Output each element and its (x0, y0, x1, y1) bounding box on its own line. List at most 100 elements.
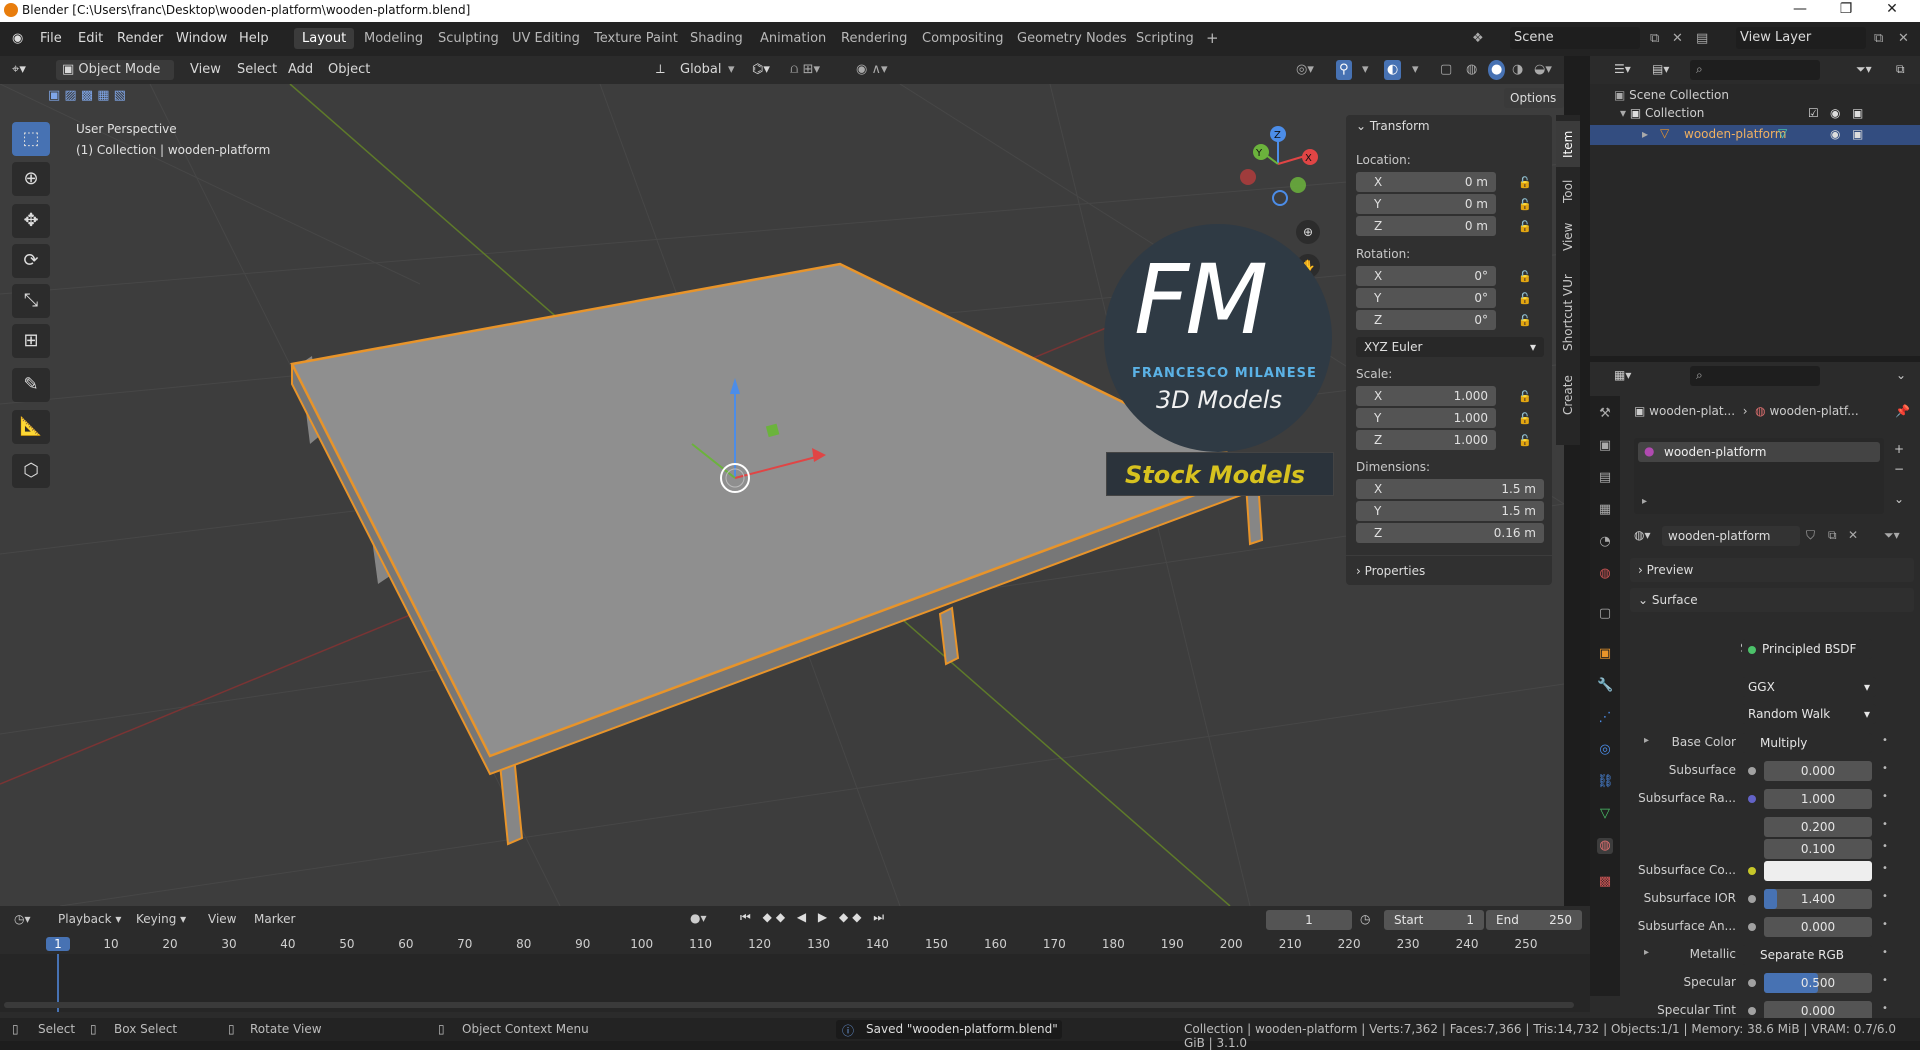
view-layer-selector[interactable]: View Layer (1736, 27, 1866, 49)
move-tool-icon[interactable]: ✥ (12, 204, 50, 238)
transform-header[interactable]: ⌄ Transform (1356, 119, 1430, 133)
select-box-tool-icon[interactable]: ⬚ (12, 122, 50, 156)
lock-icon[interactable]: 🔓 (1518, 412, 1532, 425)
minimize-icon[interactable]: — (1780, 1, 1820, 17)
object-tab-icon[interactable]: ▣ (1597, 646, 1613, 662)
shader-input-field[interactable]: Separate RGB (1742, 945, 1872, 965)
keyframe-dot-icon[interactable]: • (1882, 763, 1888, 774)
shader-input-field[interactable] (1764, 861, 1872, 881)
material-datablock[interactable]: ◍▾ wooden-platform ⛉ ⧉ ✕ ⏷▾ (1634, 526, 1914, 548)
tab-compositing[interactable]: Compositing (922, 31, 1004, 46)
editor-type-icon[interactable]: ⌖▾ (12, 60, 26, 80)
menu-view[interactable]: View (190, 60, 221, 80)
scale-z-field[interactable]: Z 1.000 (1356, 430, 1496, 450)
socket-icon[interactable] (1748, 1007, 1756, 1015)
tab-item[interactable]: Item (1556, 121, 1580, 167)
properties-editor-icon[interactable]: ▦▾ (1614, 368, 1631, 382)
duplicate-icon[interactable]: ⧉ (1828, 528, 1837, 543)
keyframe-dot-icon[interactable]: • (1882, 735, 1888, 746)
outliner-search-input[interactable]: ⌕ (1690, 60, 1820, 80)
preview-section[interactable]: › Preview (1630, 558, 1914, 582)
subsurface-method-dropdown[interactable]: Random Walk ▾ (1742, 704, 1876, 724)
menu-object[interactable]: Object (328, 60, 370, 80)
pin-icon[interactable]: 📌 (1895, 404, 1910, 418)
rotate-tool-icon[interactable]: ⟳ (12, 244, 50, 278)
end-frame-field[interactable]: End 250 (1486, 910, 1582, 930)
socket-icon[interactable] (1748, 867, 1756, 875)
record-icon[interactable]: ●▾ (690, 911, 707, 925)
annotate-tool-icon[interactable]: ✎ (12, 368, 50, 402)
expand-icon[interactable]: ▸ (1642, 496, 1647, 507)
xray-icon[interactable]: ▢ (1440, 60, 1452, 80)
timeline-editor-icon[interactable]: ◷▾ (14, 912, 31, 926)
shader-input-field[interactable]: 0.000 (1764, 917, 1872, 937)
lock-icon[interactable]: 🔓 (1518, 198, 1532, 211)
lock-icon[interactable]: 🔓 (1518, 270, 1532, 283)
add-cube-tool-icon[interactable]: ⬡ (12, 454, 50, 488)
shader-input-field[interactable]: Multiply (1742, 733, 1872, 753)
delete-view-layer-icon[interactable]: ✕ (1898, 31, 1909, 46)
solid-shading-icon[interactable]: ● (1488, 60, 1506, 80)
playback-menu[interactable]: Playback ▾ (58, 912, 121, 926)
data-tab-icon[interactable]: ▽ (1597, 806, 1613, 822)
menu-view[interactable]: View (208, 912, 236, 926)
close-icon[interactable]: ✕ (1848, 528, 1858, 542)
checkbox-icon[interactable]: ☑ (1808, 106, 1819, 120)
keyframe-dot-icon[interactable]: • (1882, 819, 1888, 830)
options-button[interactable]: Options ▾ (1504, 88, 1564, 125)
socket-icon[interactable] (1748, 979, 1756, 987)
tab-geometry-nodes[interactable]: Geometry Nodes (1017, 31, 1127, 46)
particles-tab-icon[interactable]: ⋰ (1597, 710, 1613, 726)
tab-shortcut-vur[interactable]: Shortcut VUr (1556, 263, 1580, 363)
mode-selector[interactable]: ▣ Object Mode ▾ (56, 60, 174, 97)
lock-icon[interactable]: 🔓 (1518, 314, 1532, 327)
menu-marker[interactable]: Marker (254, 912, 295, 926)
output-tab-icon[interactable]: ▤ (1597, 470, 1613, 486)
scale-tool-icon[interactable]: ⤡ (12, 284, 50, 318)
3d-viewport[interactable]: Z X Y User Perspective (1) Collection | … (0, 84, 1564, 906)
collection-tab-icon[interactable]: ▢ (1597, 606, 1613, 622)
lock-icon[interactable]: 🔓 (1518, 390, 1532, 403)
playback-controls[interactable]: ⏮ ◆◆ ◀ ▶ ◆◆ ⏭ (740, 910, 888, 925)
tab-layout[interactable]: Layout (294, 28, 355, 49)
outliner-collection[interactable]: ▾ ▣ Collection ☑ ◉ ▣ (1620, 106, 1920, 120)
keyframe-dot-icon[interactable]: • (1882, 1003, 1888, 1014)
new-collection-icon[interactable]: ⧉ (1896, 62, 1905, 77)
new-view-layer-icon[interactable]: ⧉ (1874, 31, 1883, 46)
chevron-down-icon[interactable]: ⌄ (1896, 368, 1906, 382)
shader-input-field[interactable]: 0.100 (1764, 839, 1872, 859)
shader-input-field[interactable]: 0.000 (1764, 761, 1872, 781)
visibility-icon[interactable]: ◎▾ (1296, 60, 1314, 80)
delete-scene-icon[interactable]: ✕ (1672, 31, 1683, 46)
tab-shading[interactable]: Shading (690, 31, 743, 46)
blender-menu-icon[interactable]: ◉ (12, 31, 23, 46)
world-tab-icon[interactable]: ◍ (1597, 566, 1613, 582)
shader-input-field[interactable]: 0.200 (1764, 817, 1872, 837)
display-mode-icon[interactable]: ▤▾ (1652, 62, 1669, 76)
properties-header[interactable]: › Properties (1356, 564, 1425, 578)
camera-icon[interactable]: ▣ (1852, 106, 1863, 120)
filter-icon[interactable]: ⏷▾ (1884, 528, 1900, 543)
tab-uv-editing[interactable]: UV Editing (512, 31, 580, 46)
outliner-editor-icon[interactable]: ☰▾ (1614, 62, 1631, 76)
transform-tool-icon[interactable]: ⊞ (12, 324, 50, 358)
properties-search-input[interactable]: ⌕ (1690, 366, 1820, 386)
add-slot-icon[interactable]: + (1894, 442, 1904, 456)
cursor-tool-icon[interactable]: ⊕ (12, 162, 50, 196)
proportional-edit-icon[interactable]: ◉ ∧▾ (856, 60, 888, 80)
chevron-down-icon[interactable]: ▾ (728, 60, 735, 80)
current-frame-field[interactable]: 1 (1266, 910, 1352, 930)
material-tab-icon[interactable]: ◍ (1597, 838, 1613, 854)
lock-icon[interactable]: 🔓 (1518, 292, 1532, 305)
filter-icon[interactable]: ⏷▾ (1856, 62, 1872, 77)
rotation-z-field[interactable]: Z 0° (1356, 310, 1496, 330)
location-y-field[interactable]: Y0 m (1356, 194, 1496, 214)
frame-ruler[interactable]: 1 10 20 30 40 50 60 70 80 90 100 110 120 130 140 150 160… (0, 934, 1590, 954)
keyframe-dot-icon[interactable]: • (1882, 947, 1888, 958)
timeline-scrollbar[interactable] (4, 1002, 1574, 1008)
tab-tool[interactable]: Tool (1556, 171, 1580, 211)
shader-input-field[interactable]: 1.000 (1764, 789, 1872, 809)
outliner-scene-collection[interactable]: ▣ Scene Collection (1614, 88, 1729, 102)
chevron-down-icon[interactable]: ▾ (1412, 60, 1419, 80)
material-shading-icon[interactable]: ◑ (1512, 60, 1523, 80)
